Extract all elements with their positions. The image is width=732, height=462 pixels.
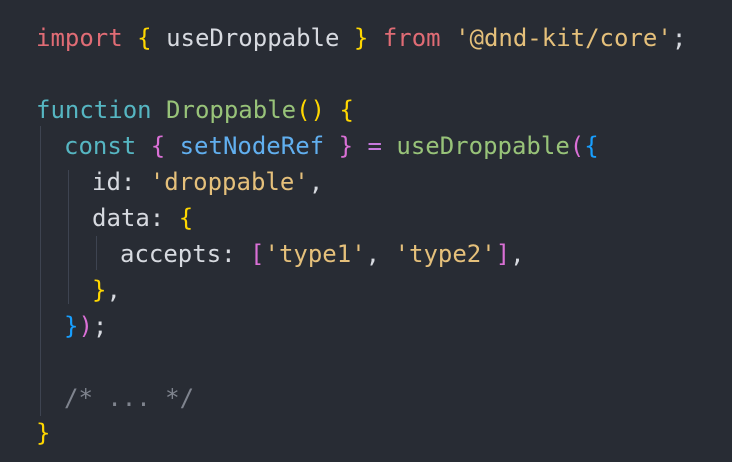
accepts-key: accepts: — [120, 240, 236, 268]
call-close-paren: ) — [78, 312, 93, 340]
function-open-brace: { — [339, 96, 354, 124]
data-key: data: — [92, 204, 165, 232]
id-key: id: — [92, 168, 136, 196]
comma: , — [308, 168, 324, 196]
comma: , — [106, 276, 121, 304]
id-value: 'droppable' — [149, 168, 309, 196]
const-keyword: const — [64, 132, 137, 160]
import-close-brace: } — [353, 24, 369, 52]
data-close-brace: } — [92, 276, 107, 304]
code-line-12: } — [36, 418, 50, 448]
destructure-close-brace: } — [338, 132, 354, 160]
semicolon: ; — [671, 24, 687, 52]
code-line-6: data: { — [92, 203, 193, 233]
call-open-paren: ( — [569, 132, 585, 160]
code-line-8: }, — [92, 275, 121, 305]
comment: /* ... */ — [64, 384, 195, 412]
function-keyword: function — [36, 96, 152, 124]
array-open-bracket: [ — [250, 240, 265, 268]
semicolon: ; — [92, 312, 108, 340]
array-item-2: 'type2' — [394, 240, 496, 268]
function-name: Droppable — [166, 96, 297, 124]
code-line-9: }); — [64, 311, 107, 341]
object-open-brace: { — [584, 132, 599, 160]
from-keyword: from — [382, 24, 441, 52]
code-line-4: const { setNodeRef } = useDroppable({ — [64, 131, 599, 161]
object-close-brace: } — [64, 312, 79, 340]
code-editor: import { useDroppable } from '@dnd-kit/c… — [0, 0, 732, 462]
import-open-brace: { — [137, 24, 152, 52]
data-open-brace: { — [178, 204, 194, 232]
variable-name: setNodeRef — [179, 132, 325, 160]
code-line-5: id: 'droppable', — [92, 167, 323, 197]
function-parens: () — [296, 96, 325, 124]
array-close-bracket: ] — [495, 240, 511, 268]
code-line-11: /* ... */ — [64, 383, 194, 413]
imported-name: useDroppable — [166, 24, 340, 52]
indent-guide-level-2 — [68, 170, 69, 304]
array-item-1: 'type1' — [264, 240, 366, 268]
code-line-7: accepts: ['type1', 'type2'], — [120, 239, 525, 269]
indent-guide-level-3 — [96, 236, 97, 270]
assignment-operator: = — [367, 132, 382, 160]
module-string: '@dnd-kit/core' — [455, 24, 672, 52]
code-line-1: import { useDroppable } from '@dnd-kit/c… — [36, 23, 686, 53]
function-close-brace: } — [36, 419, 51, 447]
import-keyword: import — [36, 24, 123, 52]
code-line-3: function Droppable() { — [36, 95, 354, 125]
destructure-open-brace: { — [150, 132, 166, 160]
indent-guide-level-1 — [40, 126, 41, 416]
comma: , — [510, 240, 525, 268]
array-separator: , — [365, 240, 381, 268]
call-name: useDroppable — [396, 132, 570, 160]
